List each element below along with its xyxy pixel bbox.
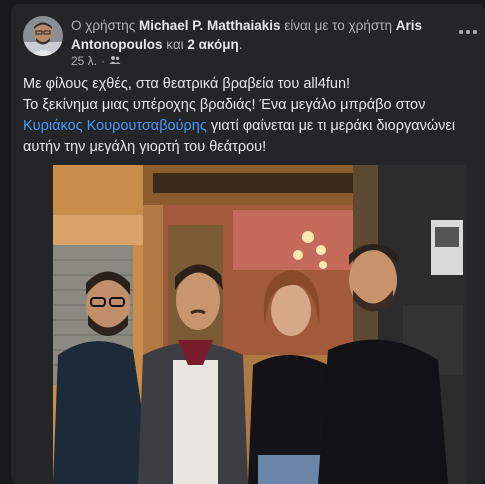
with-text: είναι με το χρήστη bbox=[280, 18, 396, 33]
post-body: Με φίλους εχθές, στα θεατρικά βραβεία το… bbox=[23, 74, 478, 158]
friends-icon[interactable] bbox=[109, 54, 121, 68]
post-card: Ο χρήστης Michael P. Matthaiakis είναι μ… bbox=[11, 4, 485, 484]
author-prefix: Ο χρήστης bbox=[71, 18, 139, 33]
tagged-more-link[interactable]: 2 ακόμη bbox=[187, 37, 238, 52]
timestamp-link[interactable]: 25 λ. bbox=[71, 54, 97, 68]
post-line-2-start: Το ξεκίνημα μιας υπέροχης βραδιάς! Ένα μ… bbox=[23, 97, 426, 113]
post-line-1: Με φίλους εχθές, στα θεατρικά βραβεία το… bbox=[23, 76, 351, 92]
post-header: Ο χρήστης Michael P. Matthaiakis είναι μ… bbox=[71, 16, 431, 54]
post-line-2: Το ξεκίνημα μιας υπέροχης βραδιάς! Ένα μ… bbox=[23, 95, 478, 158]
post-photo[interactable] bbox=[53, 165, 466, 484]
post-meta: 25 λ. · bbox=[71, 54, 121, 68]
author-name-link[interactable]: Michael P. Matthaiakis bbox=[139, 18, 281, 33]
meta-separator: · bbox=[101, 54, 106, 68]
and-text: και bbox=[162, 37, 188, 52]
mention-link[interactable]: Κυριάκος Κουρουτσαβούρης bbox=[23, 118, 207, 134]
header-period: . bbox=[238, 37, 243, 52]
author-avatar[interactable] bbox=[23, 16, 63, 56]
more-options-icon[interactable] bbox=[455, 22, 481, 42]
